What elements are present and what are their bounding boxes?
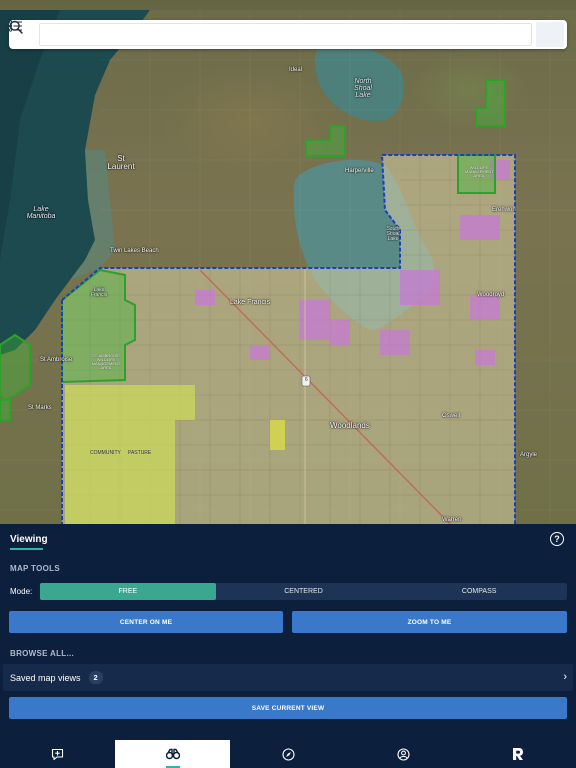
mode-free[interactable]: FREE [40,583,216,600]
binoculars-icon [165,748,180,760]
viewing-panel: Viewing ? MAP TOOLS Mode: FREE CENTERED … [0,524,576,740]
bottom-tab-bar [0,740,576,768]
tab-viewing[interactable] [115,740,231,768]
chevron-right-icon: › [563,671,567,683]
app-root: Ideal North Shoal Lake St Laurent Harper… [0,0,576,768]
saved-map-views-count-badge: 2 [88,671,103,684]
search-input[interactable] [39,23,532,46]
map-label-warren: Warren [442,517,462,523]
help-button[interactable]: ? [550,532,564,546]
add-note-icon [52,748,64,760]
map-label-st-ambroise: St Ambroise [40,357,73,363]
map-label-twin-lakes-beach: Twin Lakes Beach [110,248,159,254]
mode-label: Mode: [10,587,33,596]
tab-add-note[interactable] [0,740,115,768]
search-bar [9,20,567,49]
map-label-community-pasture-2: PASTURE [128,450,152,456]
map-label-lake-manitoba: Lake Manitoba [26,206,56,220]
map-tools-heading: MAP TOOLS [10,564,60,573]
layers-list-button[interactable] [9,20,564,47]
map-label-argyle: Argyle [520,452,538,458]
help-icon: ? [554,534,560,544]
map-label-ideal: Ideal [289,67,303,73]
map-label-harperville: Harperville [345,168,374,174]
profile-icon [397,747,410,761]
map-label-st-marks: St Marks [28,405,52,411]
map-label-woodlands: Woodlands [330,421,370,430]
saved-map-views-row[interactable]: Saved map views 2 › [3,664,573,691]
map-label-woodroyd: Woodroyd [477,292,505,298]
saved-map-views-label: Saved map views [10,672,81,683]
map-label-oswell: Oswell [442,413,461,419]
tab-brand[interactable] [461,740,576,768]
status-bar [0,0,576,10]
map-label-lake-francis-water: Lake Francis [90,287,108,298]
mode-segmented-control: FREE CENTERED COMPASS [40,583,567,600]
browse-all-heading: BROWSE ALL... [10,649,75,658]
brand-r-icon [513,748,524,760]
map-label-north-shoal-lake: North Shoal Lake [354,78,372,99]
map-label-erehwon: Erehwon [492,207,516,213]
map-label-wma-east: WILDLIFE MANAGEMENT AREA [465,165,494,178]
map-label-st-laurent: St Laurent [107,154,135,171]
list-icon [9,20,22,32]
tab-compass[interactable] [230,740,345,768]
panel-title: Viewing [10,534,48,545]
map-label-community-pasture-1: COMMUNITY [90,450,121,456]
center-on-me-button[interactable]: CENTER ON ME [9,611,283,633]
tab-profile[interactable] [346,740,461,768]
panel-title-underline [10,548,43,550]
save-current-view-button[interactable]: SAVE CURRENT VIEW [9,697,567,719]
compass-icon [281,747,295,761]
mode-compass[interactable]: COMPASS [391,583,567,600]
zoom-to-me-button[interactable]: ZOOM TO ME [292,611,567,633]
mode-centered[interactable]: CENTERED [216,583,392,600]
map-view[interactable]: Ideal North Shoal Lake St Laurent Harper… [0,0,576,524]
highway-shield-label: 6 [305,377,308,383]
map-label-south-shoal-lake: South Shoal Lake [386,226,400,242]
map-label-lake-francis-town: Lake Francis [230,299,271,306]
map-canvas [0,10,576,524]
map-label-wma-st-ambroise: ST. AMBROISE WILDLIFE MANAGEMENT AREA [91,353,121,370]
